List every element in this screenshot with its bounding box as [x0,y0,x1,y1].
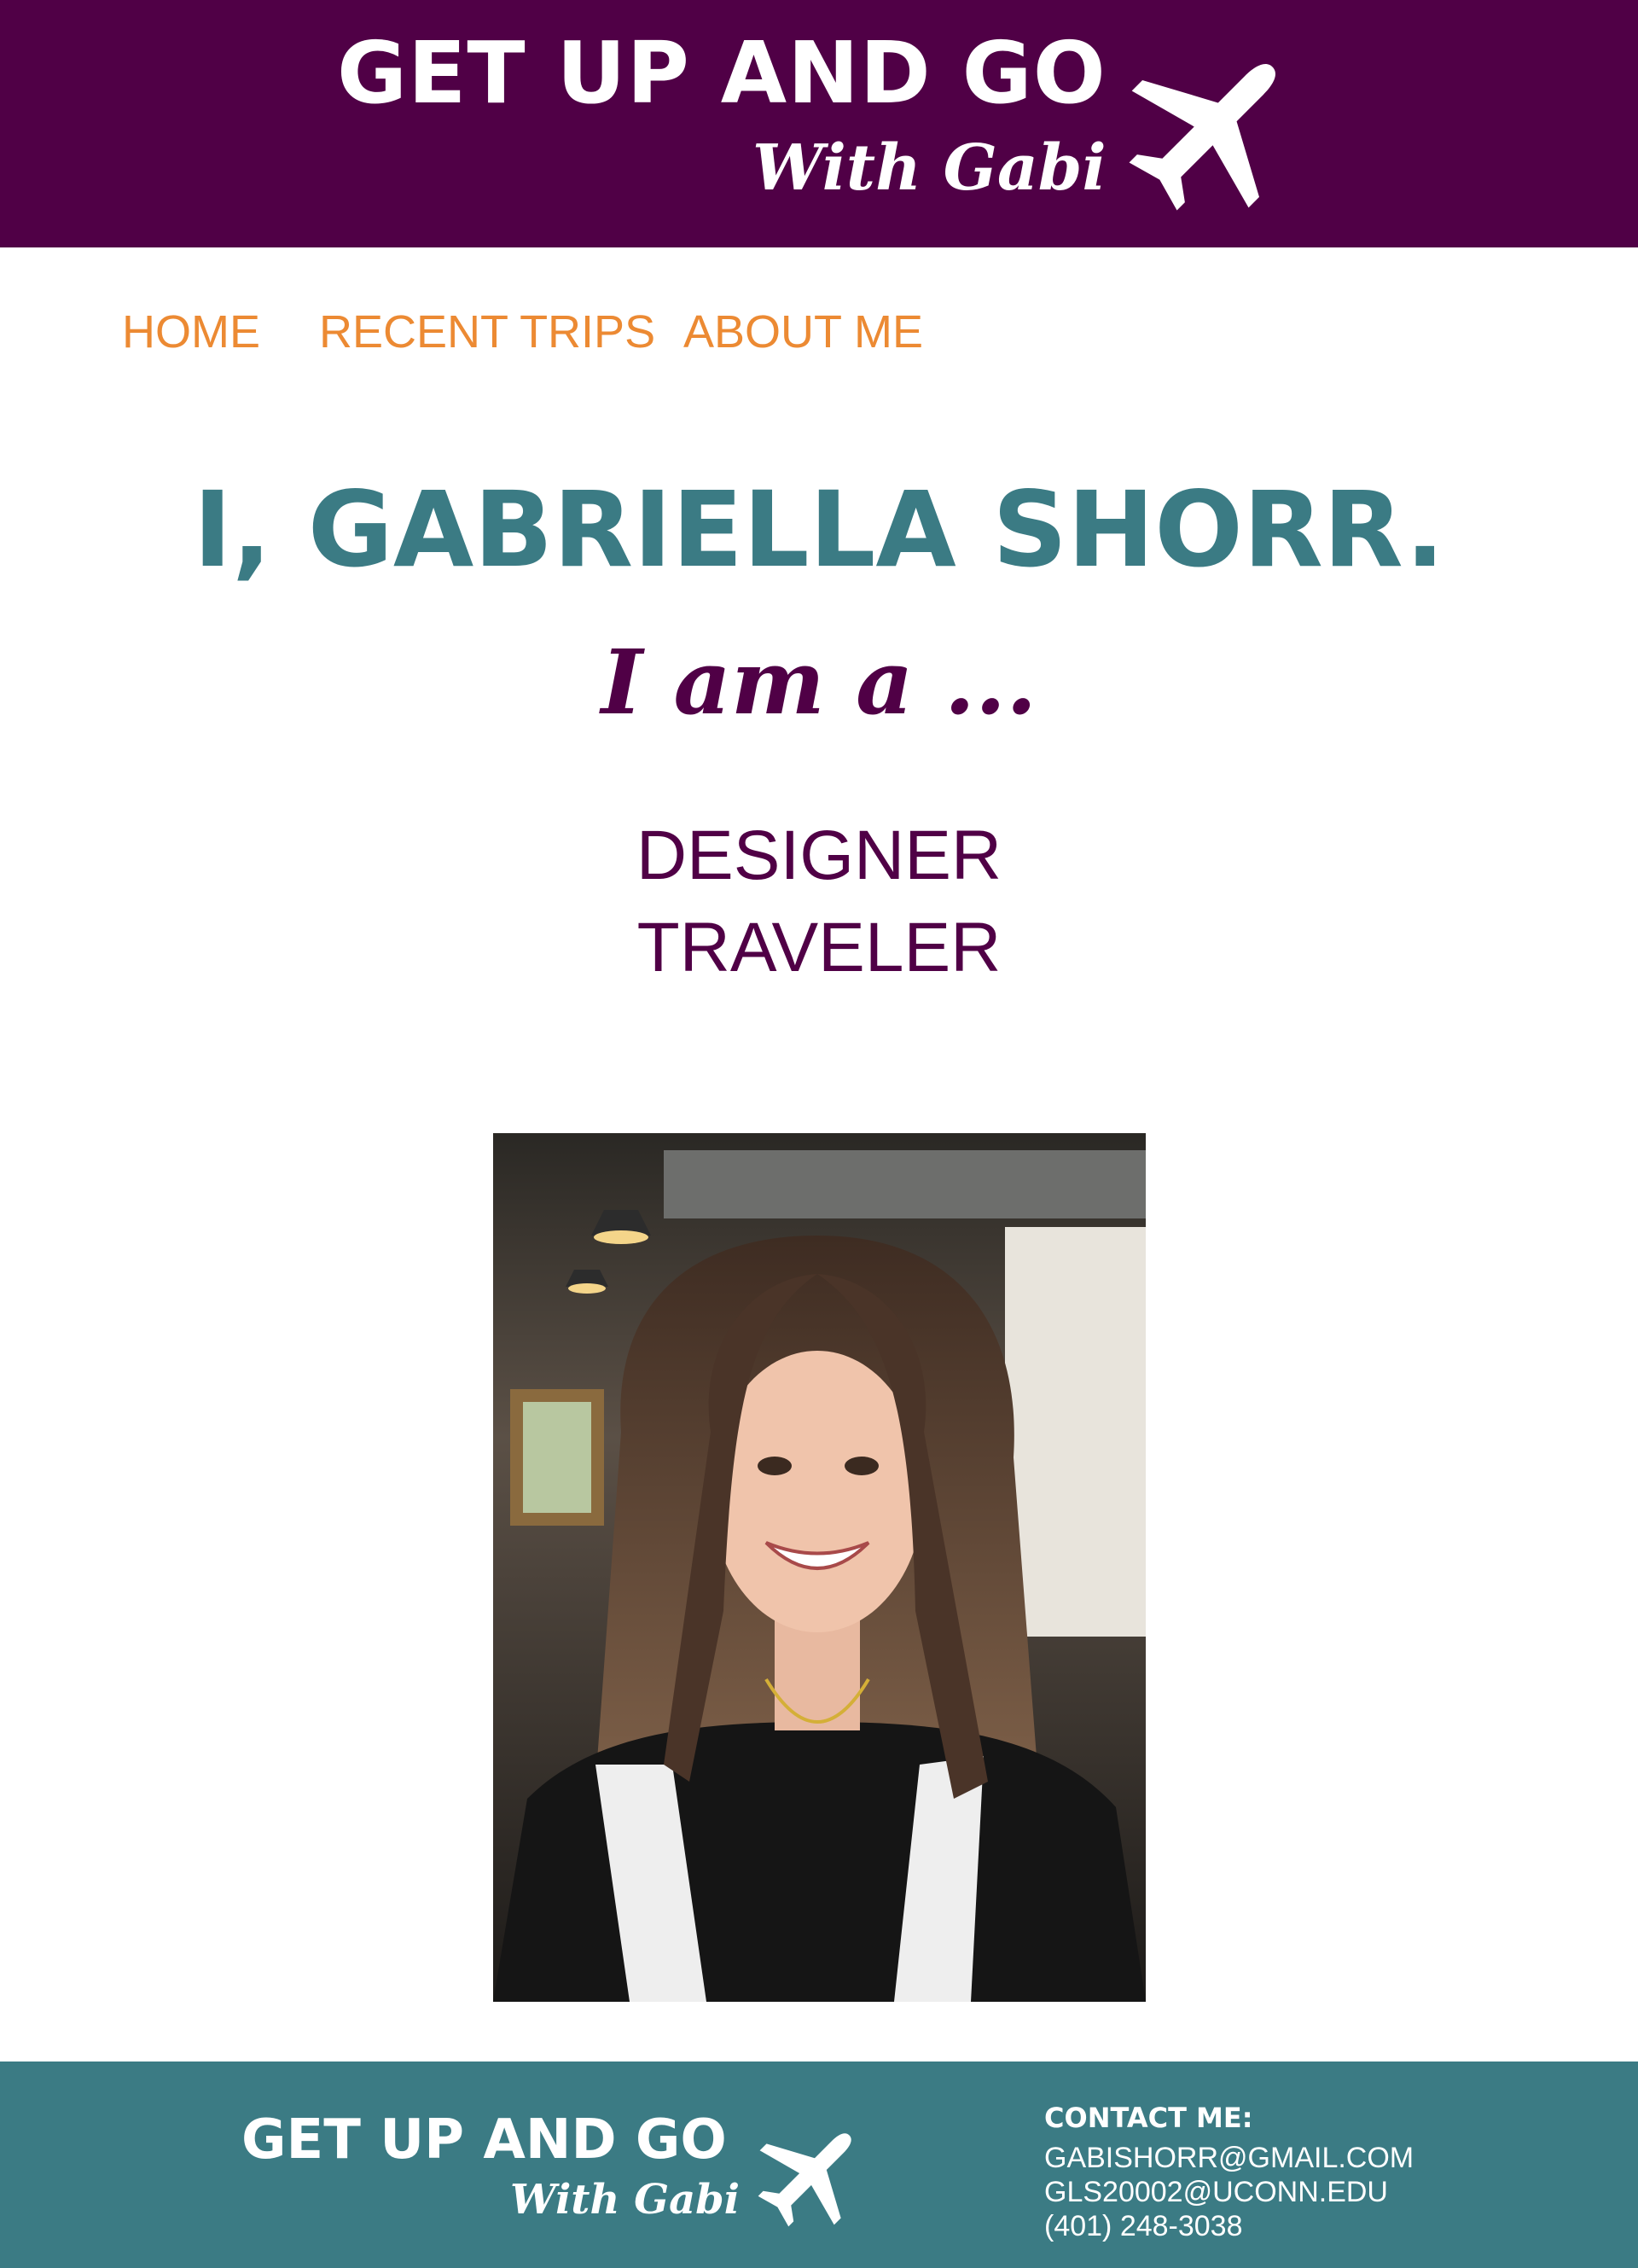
contact-email-gmail[interactable]: GABISHORR@GMAIL.COM [1044,2143,1414,2172]
site-header: GET UP AND GO With Gabi [0,0,1638,247]
contact-heading: CONTACT ME: [1044,2102,1253,2134]
nav-about-me[interactable]: ABOUT ME [683,309,923,355]
airplane-icon [1129,64,1275,211]
footer-logo-title[interactable]: GET UP AND GO [241,2113,727,2167]
logo-title[interactable]: GET UP AND GO [337,31,1107,116]
contact-phone[interactable]: (401) 248-3038 [1044,2212,1243,2241]
page-title: I, GABRIELLA SHORR. [193,469,1445,590]
nav-home[interactable]: HOME [122,309,260,355]
contact-email-uconn[interactable]: GLS20002@UCONN.EDU [1044,2178,1388,2207]
role-traveler: TRAVELER [636,909,1002,986]
profile-photo [493,1133,1146,2002]
footer-logo-subtitle[interactable]: With Gabi [510,2179,740,2220]
nav-recent-trips[interactable]: RECENT TRIPS [319,309,655,355]
role-designer: DESIGNER [636,817,1002,894]
logo-subtitle[interactable]: With Gabi [752,137,1107,200]
site-footer: GET UP AND GO With Gabi CONTACT ME: GABI… [0,2062,1638,2268]
airplane-icon [758,2133,851,2227]
intro-text: I am a ... [601,630,1037,735]
